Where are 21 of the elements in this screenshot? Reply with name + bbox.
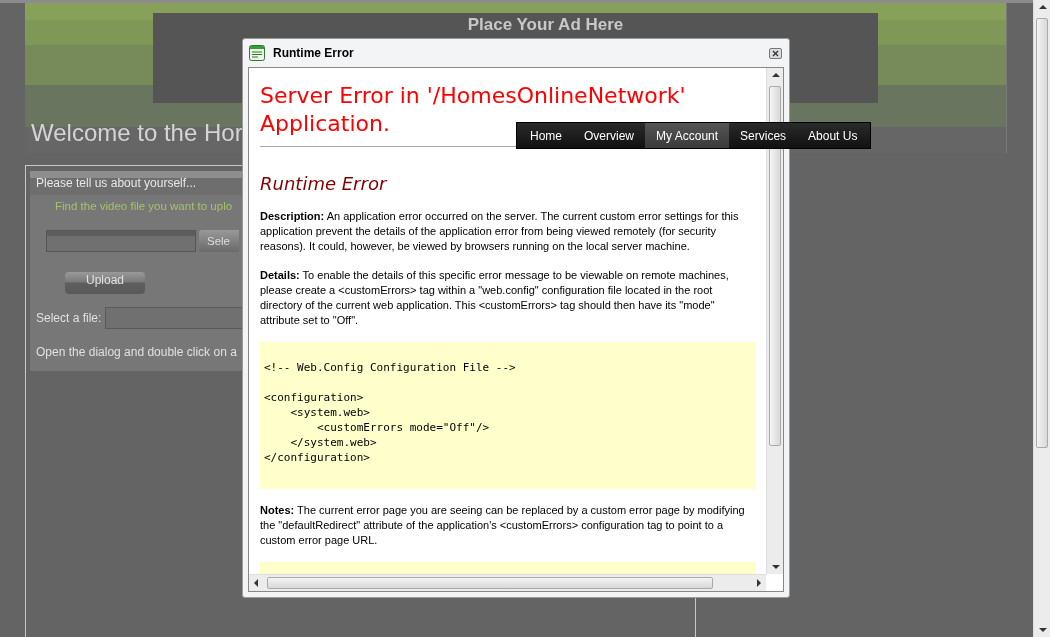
file-path-field[interactable] [46,230,196,253]
dialog-title: Runtime Error [273,45,354,62]
welcome-heading: Welcome to the Hor [31,119,243,147]
error-subheading: Runtime Error [260,173,389,195]
horizontal-scrollbar[interactable] [249,574,766,591]
code-block: <!-- Web.Config Configuration File --> <configuration> <system.web> <customErrors mode="Off"/> </system.web> </configuration> [260,342,756,489]
panel-title: Please tell us about yourself... [36,175,197,192]
nav-link[interactable]: Home [519,123,573,148]
error-paragraph: Details: To enable the details of this specific error message to be viewable on remote machines, please create a <customErrors> tag within a "web.config" configuration file located in the root directory of the current web application. This <customErrors> tag should then have its "mode" attribute set to "Off". [260,268,730,328]
close-button[interactable] [769,47,782,59]
error-paragraph: Description: An application error occurred on the server. The current custom error settings for this application prevent the details of the application error from being viewed remotely (for security reasons). It could, however, be viewed by browsers running on the local server machine. [260,209,740,254]
nav-link[interactable]: Overview [573,123,646,148]
page-scrollbar[interactable] [1033,0,1050,637]
nav-link[interactable]: About Us [797,123,869,148]
hint-text: Open the dialog and double click on a [36,344,237,362]
ad-text: Place Your Ad Here [467,15,624,35]
upload-prompt: Find the video file you want to uplo [55,199,233,214]
error-paragraph: Notes: The current error page you are seeing can be replaced by a custom error page by modifying the "defaultRedirect" attribute of the application's <customErrors> configuration tag to point to a custom error page URL. [260,503,746,548]
window-icon [249,45,265,61]
file-label: Select a file: [36,310,102,328]
nav-link[interactable]: My Account [645,123,730,148]
